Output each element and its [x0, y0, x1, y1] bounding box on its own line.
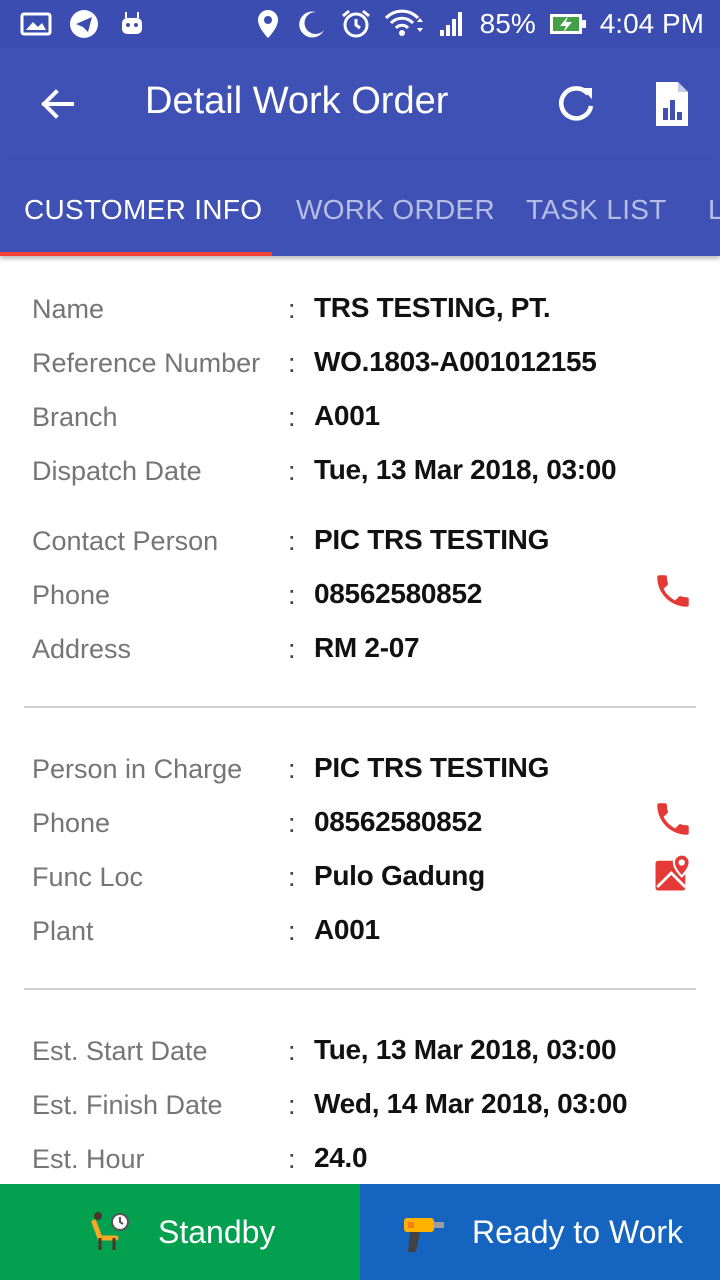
report-icon[interactable]	[644, 76, 700, 132]
field-colon: :	[288, 348, 296, 378]
tab-task-list[interactable]: TASK LIST	[526, 194, 667, 226]
field-colon: :	[288, 634, 296, 664]
field-value: 08562580852	[314, 806, 482, 837]
field-label: Phone	[32, 580, 111, 610]
standby-button[interactable]: Standby	[0, 1184, 360, 1280]
tab-customer-info[interactable]: CUSTOMER INFO	[24, 194, 262, 226]
info-row-est-hour: Est. Hour : 24.0	[32, 1140, 692, 1184]
info-row-contact-person: Contact Person : PIC TRS TESTING	[32, 522, 692, 566]
field-colon: :	[288, 526, 296, 556]
status-bar-notifications	[20, 8, 148, 40]
telegram-icon	[70, 10, 98, 38]
gallery-icon	[20, 12, 52, 36]
field-colon: :	[288, 754, 296, 784]
field-colon: :	[288, 916, 296, 946]
field-colon: :	[288, 1090, 296, 1120]
field-colon: :	[288, 456, 296, 486]
section-divider	[24, 706, 696, 708]
info-row-name: Name : TRS TESTING, PT.	[32, 290, 692, 334]
phone-icon[interactable]	[652, 570, 694, 612]
section-divider	[24, 988, 696, 990]
field-colon: :	[288, 862, 296, 892]
info-row-est-start-date: Est. Start Date : Tue, 13 Mar 2018, 03:0…	[32, 1032, 692, 1076]
do-not-disturb-moon-icon	[298, 11, 324, 38]
field-value: A001	[314, 400, 380, 431]
battery-percentage: 85%	[479, 8, 536, 39]
field-value: Wed, 14 Mar 2018, 03:00	[314, 1088, 628, 1119]
field-label: Contact Person	[32, 526, 219, 556]
field-label: Est. Finish Date	[32, 1090, 223, 1120]
alarm-icon	[341, 9, 370, 38]
field-label: Person in Charge	[32, 754, 243, 784]
wifi-icon	[384, 9, 423, 36]
field-value: Pulo Gadung	[314, 860, 485, 891]
info-row-est-finish-date: Est. Finish Date : Wed, 14 Mar 2018, 03:…	[32, 1086, 692, 1130]
field-label: Est. Hour	[32, 1144, 145, 1174]
info-row-dispatch-date: Dispatch Date : Tue, 13 Mar 2018, 03:00	[32, 452, 692, 496]
info-row-branch: Branch : A001	[32, 398, 692, 442]
field-label: Plant	[32, 916, 94, 946]
field-value: 24.0	[314, 1142, 368, 1173]
field-colon: :	[288, 1144, 296, 1174]
map-icon[interactable]	[652, 852, 694, 894]
field-value: TRS TESTING, PT.	[314, 292, 551, 323]
field-label: Est. Start Date	[32, 1036, 208, 1066]
field-colon: :	[288, 1036, 296, 1066]
field-value: 08562580852	[314, 578, 482, 609]
status-bar: 85% 4:04 PM	[0, 0, 720, 48]
field-value: A001	[314, 914, 380, 945]
status-bar-system: 85% 4:04 PM	[252, 0, 704, 48]
field-value: Tue, 13 Mar 2018, 03:00	[314, 454, 617, 485]
ready-to-work-button[interactable]: Ready to Work	[360, 1184, 720, 1280]
ready-to-work-label: Ready to Work	[472, 1214, 684, 1250]
info-row-func-loc: Func Loc : Pulo Gadung	[32, 853, 692, 902]
signal-icon	[439, 12, 462, 36]
tab-bar: CUSTOMER INFO WORK ORDER TASK LIST L	[0, 160, 720, 256]
field-value: PIC TRS TESTING	[314, 524, 550, 555]
page-title: Detail Work Order	[145, 80, 449, 122]
field-colon: :	[288, 580, 296, 610]
battery-charging-icon	[549, 14, 586, 34]
field-value: PIC TRS TESTING	[314, 752, 550, 783]
arrow-back-icon[interactable]	[30, 76, 86, 132]
standby-seat-clock-icon	[91, 1212, 129, 1250]
tab-indicator	[0, 252, 272, 256]
field-colon: :	[288, 402, 296, 432]
field-label: Address	[32, 634, 132, 664]
info-row-pic-phone: Phone : 08562580852	[32, 803, 692, 848]
info-row-address: Address : RM 2-07	[32, 630, 692, 674]
clock: 4:04 PM	[599, 8, 704, 39]
field-label: Name	[32, 294, 105, 324]
field-value: RM 2-07	[314, 632, 420, 663]
info-row-plant: Plant : A001	[32, 912, 692, 956]
field-label: Func Loc	[32, 862, 144, 892]
field-colon: :	[288, 808, 296, 838]
info-row-contact-phone: Phone : 08562580852	[32, 575, 692, 620]
field-value: Tue, 13 Mar 2018, 03:00	[314, 1034, 617, 1065]
refresh-icon[interactable]	[548, 76, 604, 132]
tab-overflow[interactable]: L	[708, 194, 720, 226]
tab-work-order[interactable]: WORK ORDER	[296, 194, 495, 226]
field-label: Dispatch Date	[32, 456, 202, 486]
phone-icon[interactable]	[652, 798, 694, 840]
android-icon	[122, 12, 142, 34]
field-label: Branch	[32, 402, 118, 432]
field-label: Reference Number	[32, 348, 261, 378]
location-icon	[257, 10, 278, 38]
info-row-person-in-charge: Person in Charge : PIC TRS TESTING	[32, 750, 692, 794]
info-row-reference-number: Reference Number : WO.1803-A001012155	[32, 344, 692, 388]
drill-icon	[404, 1218, 444, 1252]
field-label: Phone	[32, 808, 111, 838]
field-value: WO.1803-A001012155	[314, 346, 597, 377]
standby-label: Standby	[158, 1214, 276, 1250]
app-bar: Detail Work Order	[0, 48, 720, 160]
field-colon: :	[288, 294, 296, 324]
